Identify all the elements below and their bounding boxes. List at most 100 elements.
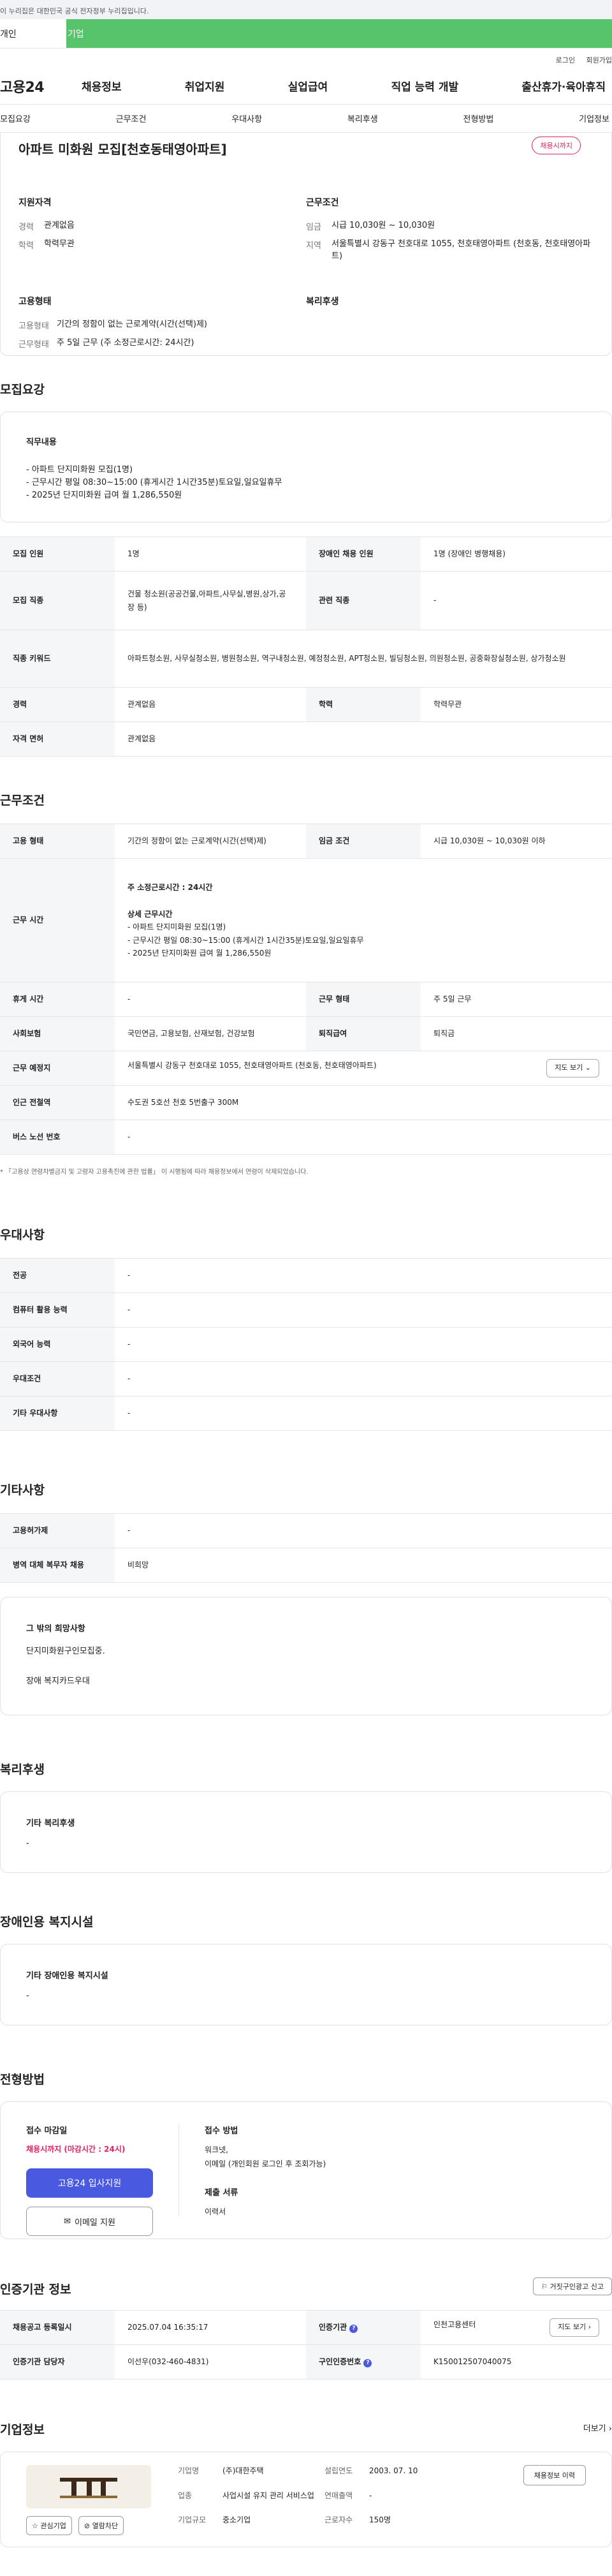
interest-company-button[interactable]: ☆ 관심기업 [26,2516,72,2535]
founded-label: 설립연도 [324,2466,353,2475]
recruit-table: 모집 인원 1명 장애인 채용 인원 1명 (장애인 병행채용) 모집 직종 건… [0,537,612,757]
deadline-value: 채용시까지 (마감시간 : 24시) [26,2145,126,2154]
subnav-conditions[interactable]: 근무조건 [116,112,147,124]
career-value: 관계없음 [115,687,306,722]
work-form-value: 주 5일 근무 [421,982,612,1017]
duty-line: - 근무시간 평일 08:30~15:00 (휴게시간 1시간35분)토요일,일… [26,478,282,488]
hours-detail-heading: 상세 근무시간 [127,909,173,919]
summary-conditions: 근무조건 임금 시급 10,030원 ~ 10,030원 지역 서울특별시 강동구 … [306,196,594,269]
login-link[interactable]: 로그인 [556,56,575,64]
company-card: ☆ 관심기업 ⊘ 열람차단 기업명 (주)대한주택 설립연도 2003. 07.… [0,2452,612,2547]
table-row: 인증기관 담당자 이선우(032-460-4831) 구인인증번호 ? K150… [0,2344,612,2380]
insurance-value: 국민연금, 고용보험, 산재보험, 건강보험 [115,1016,306,1051]
break-label: 휴게 시간 [0,982,115,1017]
location-value: 서울특별시 강동구 천호대로 1055, 천호태영아파트 (천호동, 천호태영아… [127,1061,377,1070]
hours-line: - 근무시간 평일 08:30~15:00 (휴게시간 1시간35분)토요일,일… [127,935,364,945]
tab-personal[interactable]: 개인 [0,19,66,48]
welfare-heading: 기타 복리후생 [26,1819,75,1828]
other-wishes-heading: 그 밖의 희망사항 [26,1624,85,1634]
subnav-preference[interactable]: 우대사항 [231,112,262,124]
block-view-button[interactable]: ⊘ 열람차단 [78,2516,124,2535]
company-more-link[interactable]: 더보기 › [583,2422,612,2434]
menu-item-job-info[interactable]: 채용정보 [82,78,122,94]
table-row: 전공 - [0,1258,612,1293]
menu-item-employment-support[interactable]: 취업지원 [185,78,225,94]
etc-value: 비희망 [115,1548,612,1583]
info-icon[interactable]: ? [349,2325,358,2334]
mail-icon: ✉ [64,2216,71,2226]
keyword-label: 직종 키워드 [0,630,115,688]
method-line2: 이메일 (개인회원 로그인 후 조회가능) [205,2159,326,2168]
industry-label: 업종 [178,2491,193,2500]
company-logo-column: ☆ 관심기업 ⊘ 열람차단 [26,2465,154,2535]
tab-company[interactable]: 기업 [66,19,612,48]
pref-value: - [115,1361,612,1396]
job-label: 모집 직종 [0,571,115,630]
table-row: 모집 직종 건물 청소원(공공건물,아파트,사무실,병원,상가,공장 등) 관련… [0,571,612,630]
job-history-button[interactable]: 채용정보 이력 [523,2465,586,2485]
cond-hours-cell: 주 소정근로시간 : 24시간 상세 근무시간 - 아파트 단지미화원 모집(1… [115,858,612,982]
info-icon[interactable]: ? [363,2359,372,2368]
menu-item-unemployment-benefit[interactable]: 실업급여 [288,78,328,94]
subnav-selection[interactable]: 전형방법 [463,112,494,124]
map-button[interactable]: 지도 보기 ⌄ [546,1059,599,1077]
pref-value: - [115,1292,612,1328]
career-label: 경력 [0,687,115,722]
main-menu: 채용정보 취업지원 실업급여 직업 능력 개발 출산휴가·육아휴직 [82,78,612,94]
table-row: 병역 대체 복무자 채용 비희망 [0,1548,612,1583]
company-name-label: 기업명 [178,2466,200,2475]
summary-region-value: 서울특별시 강동구 천호대로 1055, 천호태영아파트 (천호동, 천호태영아… [332,239,591,261]
recruit-title: 모집요강 [0,383,45,397]
table-row: 우대조건 - [0,1361,612,1396]
agency-section: 인증기관 정보 ⚐ 거짓구인광고 신고 채용공고 등록일시 2025.07.04… [0,2277,612,2380]
tab-personal-label: 개인 [0,29,17,40]
table-row: 버스 노선 번호 - [0,1120,612,1155]
subnav-recruit[interactable]: 모집요강 [0,112,31,124]
revenue-value: - [369,2491,372,2500]
chevron-right-icon: › [588,2323,591,2332]
chevron-right-icon: › [608,2424,612,2434]
disabled-value: 1명 (장애인 병행채용) [421,537,612,572]
size-label: 기업규모 [178,2515,207,2525]
menu-item-parental-leave[interactable]: 출산휴가·육아휴직 [521,78,606,94]
subnav-company[interactable]: 기업정보 [579,112,609,124]
table-row: 고용허가제 - [0,1513,612,1548]
method-line1: 워크넷, [205,2145,228,2155]
summary-education-value: 학력무관 [44,239,75,249]
join-link[interactable]: 회원가입 [586,56,612,64]
report-button[interactable]: ⚐ 거짓구인광고 신고 [533,2277,612,2295]
pref-label: 전공 [0,1258,115,1293]
summary-education-label: 학력 [18,241,34,251]
cond-emp-type-value: 기간의 정함이 없는 근로계약(시간(선택)제) [115,824,306,859]
duty-box: 직무내용 - 아파트 단지미화원 모집(1명) - 근무시간 평일 08:30~… [0,411,612,522]
company-title: 기업정보 [0,2423,45,2437]
pref-label: 우대조건 [0,1361,115,1396]
subnav-welfare[interactable]: 복리후생 [347,112,378,124]
summary-work-form-value: 주 5일 근무 (주 소정근로시간: 24시간) [57,337,194,348]
summary-emp-type-label: 고용형태 [18,321,49,331]
email-apply-button[interactable]: ✉ 이메일 지원 [26,2207,153,2236]
headcount-value: 1명 [115,537,306,572]
site-logo[interactable]: 고용24 [0,76,82,96]
global-nav: 고용24 채용정보 취업지원 실업급여 직업 능력 개발 출산휴가·육아휴직 [0,68,612,105]
summary-welfare-heading: 복리후생 [306,296,339,307]
summary-qualification: 지원자격 경력 관계없음 학력 학력무관 [18,196,306,269]
conditions-title: 근무조건 [0,794,45,808]
agency-map-button[interactable]: 지도 보기 › [550,2318,599,2337]
work-form-label: 근무 형태 [306,982,421,1017]
apply-button[interactable]: 고용24 입사지원 [26,2168,153,2198]
menu-item-job-skills[interactable]: 직업 능력 개발 [391,78,458,94]
table-row: 외국어 능력 - [0,1327,612,1362]
size-value: 중소기업 [222,2515,251,2525]
station-value: 수도권 5호선 천호 5번출구 300M [115,1085,612,1120]
docs-value: 이력서 [205,2207,226,2216]
job-value: 건물 청소원(공공건물,아파트,사무실,병원,상가,공장 등) [115,571,306,630]
table-row: 휴게 시간 - 근무 형태 주 5일 근무 [0,982,612,1017]
conditions-table: 고용 형태 기간의 정함이 없는 근로계약(시간(선택)제) 임금 조건 시급 … [0,824,612,1155]
pref-label: 컴퓨터 활용 능력 [0,1292,115,1328]
agency-map-button-label: 지도 보기 [558,2323,586,2332]
id-value: K150012507040075 [421,2344,612,2380]
hours-week-text: 주 소정근로시간 : 24시간 [127,882,213,892]
table-row: 기타 우대사항 - [0,1396,612,1431]
pref-label: 기타 우대사항 [0,1396,115,1431]
